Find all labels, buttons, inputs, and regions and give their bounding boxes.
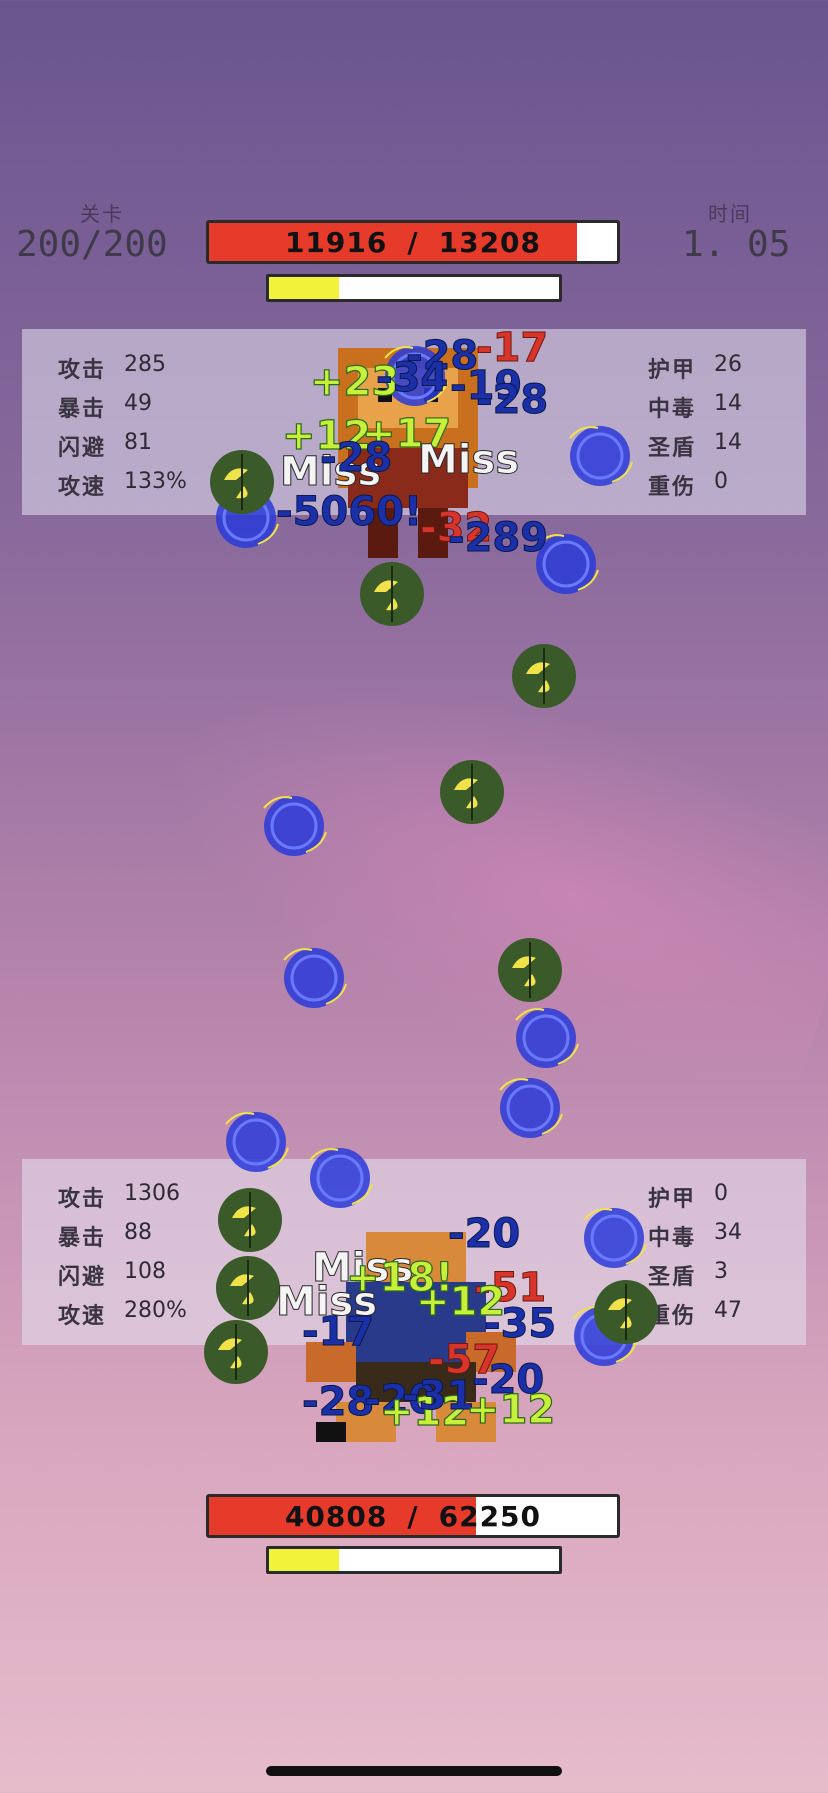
enemy-stat-label: 护甲 [648,358,697,383]
player-stat-value: 280% [124,1298,187,1323]
player-stat-value: 108 [124,1259,167,1284]
blue-energy-orb-icon [309,1148,373,1208]
enemy-combat-text: -289 [447,515,549,561]
enemy-energy-fill [269,277,339,299]
enemy-stat-value: 81 [124,430,153,455]
home-indicator[interactable] [266,1766,562,1776]
green-poison-orb-icon [594,1280,658,1344]
enemy-stat-label: 中毒 [648,397,697,422]
player-hp-max: 62250 [438,1499,542,1533]
enemy-hp-separator: / [407,225,419,259]
player-hp-text: 40808 / 62250 [209,1497,617,1535]
enemy-stat-row: 闪避 81 [58,430,152,462]
level-label: 关卡 [80,202,124,226]
green-poison-orb-icon [210,450,274,514]
enemy-hp-max: 13208 [438,225,542,259]
enemy-stat-value: 133% [124,469,187,494]
player-combat-text: -31 [401,1373,475,1419]
enemy-stat-row: 暴击 49 [58,391,152,423]
enemy-stat-label: 攻速 [58,475,107,500]
blue-energy-orb-icon [499,1078,563,1138]
blue-energy-orb-icon [263,796,327,856]
player-stat-row: 重伤 47 [648,1298,742,1330]
player-energy-fill [269,1549,339,1571]
player-hp-bar: 40808 / 62250 [206,1494,620,1538]
player-stat-row: 暴击 88 [58,1220,152,1252]
enemy-stat-row: 中毒 14 [648,391,742,423]
player-stat-row: 闪避 108 [58,1259,166,1291]
enemy-hp-text: 11916 / 13208 [209,223,617,261]
enemy-combat-text: -17 [475,325,549,371]
player-stat-label: 中毒 [648,1226,697,1251]
player-combat-text: -17 [301,1309,375,1355]
enemy-stat-row: 攻速 133% [58,469,187,501]
player-hp-current: 40808 [284,1499,388,1533]
player-stat-row: 攻击 1306 [58,1181,180,1213]
enemy-energy-bar [266,274,562,302]
enemy-stat-row: 圣盾 14 [648,430,742,462]
player-combat-text: -20 [447,1211,521,1257]
enemy-stat-label: 闪避 [58,436,107,461]
background-glow [114,600,828,1140]
enemy-stat-label: 暴击 [58,397,107,422]
player-stat-value: 47 [714,1298,743,1323]
green-poison-orb-icon [204,1320,268,1384]
green-poison-orb-icon [360,562,424,626]
green-poison-orb-icon [218,1188,282,1252]
enemy-hp-current: 11916 [284,225,388,259]
enemy-stat-row: 攻击 285 [58,352,166,384]
player-stat-label: 暴击 [58,1226,107,1251]
enemy-stat-value: 14 [714,391,743,416]
player-stat-row: 攻速 280% [58,1298,187,1330]
player-stat-label: 护甲 [648,1187,697,1212]
time-value: 1. 05 [682,224,791,265]
player-stat-value: 88 [124,1220,153,1245]
enemy-stat-value: 26 [714,352,743,377]
player-energy-bar [266,1546,562,1574]
blue-energy-orb-icon [583,1208,647,1268]
green-poison-orb-icon [216,1256,280,1320]
enemy-stat-value: 14 [714,430,743,455]
enemy-stat-row: 重伤 0 [648,469,728,501]
enemy-combat-text: -28 [475,377,549,423]
blue-energy-orb-icon [569,426,633,486]
blue-energy-orb-icon [283,948,347,1008]
player-stat-label: 闪避 [58,1265,107,1290]
player-stat-value: 3 [714,1259,729,1284]
player-stat-label: 攻击 [58,1187,107,1212]
green-poison-orb-icon [440,760,504,824]
player-combat-text: +12 [465,1387,556,1433]
enemy-stat-row: 护甲 26 [648,352,742,384]
enemy-stat-value: 0 [714,469,729,494]
green-poison-orb-icon [512,644,576,708]
enemy-stat-label: 攻击 [58,358,107,383]
enemy-stat-value: 49 [124,391,153,416]
player-stat-label: 攻速 [58,1304,107,1329]
player-stat-row: 护甲 0 [648,1181,728,1213]
blue-energy-orb-icon [515,1008,579,1068]
enemy-stat-value: 285 [124,352,167,377]
player-stat-value: 1306 [124,1181,181,1206]
enemy-combat-text: -28 [319,435,393,481]
enemy-hp-bar: 11916 / 13208 [206,220,620,264]
enemy-stat-label: 圣盾 [648,436,697,461]
blue-energy-orb-icon [225,1112,289,1172]
player-stat-value: 0 [714,1181,729,1206]
enemy-stat-label: 重伤 [648,475,697,500]
enemy-combat-text: -5060! [275,489,423,535]
enemy-combat-text: Miss [417,437,520,483]
green-poison-orb-icon [498,938,562,1002]
enemy-combat-text: -34 [375,355,449,401]
player-stat-value: 34 [714,1220,743,1245]
player-hp-separator: / [407,1499,419,1533]
level-value: 200/200 [16,224,168,265]
player-stat-row: 中毒 34 [648,1220,742,1252]
time-label: 时间 [708,202,752,226]
